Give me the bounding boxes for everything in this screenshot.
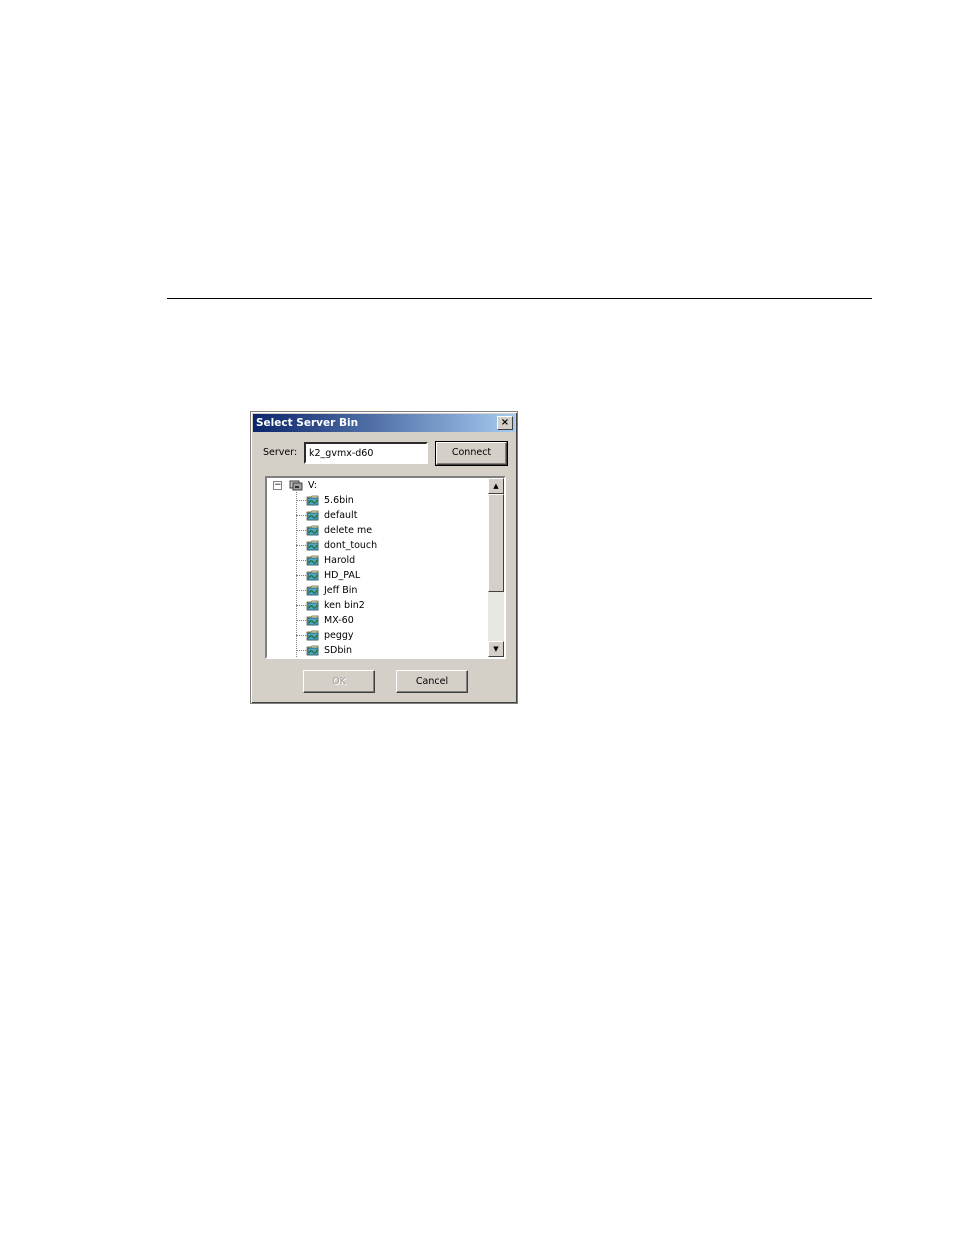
tree-branch-line	[296, 560, 306, 561]
arrow-down-icon: ▼	[493, 645, 499, 653]
tree-branch-line	[296, 635, 306, 636]
tree-branch-line	[296, 575, 306, 576]
tree-branch-line	[296, 590, 306, 591]
tree-bin-label: MX-60	[324, 615, 354, 626]
bin-icon	[306, 645, 319, 656]
tree-bin-item[interactable]: ken bin2	[267, 598, 467, 613]
tree-bin-item[interactable]: MX-60	[267, 613, 467, 628]
scroll-up-button[interactable]: ▲	[488, 478, 504, 494]
bin-icon	[306, 600, 319, 611]
tree-root-node[interactable]: − V:	[267, 478, 467, 493]
tree-bin-label: SDbin	[324, 645, 353, 656]
tree-bin-item[interactable]: peggy	[267, 628, 467, 643]
tree-bin-label: ken bin2	[324, 600, 365, 611]
tree-bin-label: peggy	[324, 630, 354, 641]
tree-bin-label: default	[324, 510, 358, 521]
vertical-scrollbar[interactable]: ▲ ▼	[488, 478, 504, 657]
tree-bin-item[interactable]: SDbin	[267, 643, 467, 657]
title-bar[interactable]: Select Server Bin ×	[253, 414, 515, 432]
tree-bin-label: Jeff Bin	[324, 585, 358, 596]
page-divider-rule	[167, 298, 872, 299]
ok-button[interactable]: OK	[303, 670, 375, 693]
dialog-title: Select Server Bin	[256, 417, 359, 429]
close-button[interactable]: ×	[497, 416, 513, 430]
bin-icon	[306, 495, 319, 506]
connect-button[interactable]: Connect	[435, 441, 508, 466]
tree-bin-item[interactable]: delete me	[267, 523, 467, 538]
tree-bin-item[interactable]: Jeff Bin	[267, 583, 467, 598]
bin-icon	[306, 510, 319, 521]
tree-branch-line	[296, 650, 306, 651]
bin-icon	[306, 525, 319, 536]
close-icon: ×	[500, 417, 510, 428]
cancel-button[interactable]: Cancel	[396, 670, 468, 693]
server-label: Server:	[263, 447, 298, 458]
bin-icon	[306, 540, 319, 551]
select-server-bin-dialog: Select Server Bin × Server: Connect − V:…	[250, 411, 518, 704]
collapse-icon[interactable]: −	[273, 481, 282, 490]
tree-branch-line	[296, 530, 306, 531]
tree-bin-item[interactable]: default	[267, 508, 467, 523]
bin-icon	[306, 585, 319, 596]
tree-bin-item[interactable]: HD_PAL	[267, 568, 467, 583]
tree-branch-line	[296, 620, 306, 621]
bin-icon	[306, 615, 319, 626]
tree-branch-line	[296, 500, 306, 501]
drive-icon	[289, 480, 303, 491]
bin-tree-view[interactable]: − V: 5.6bin default delete me dont_touch Har…	[265, 476, 506, 659]
tree-branch-line	[296, 515, 306, 516]
scroll-down-button[interactable]: ▼	[488, 641, 504, 657]
tree-branch-line	[296, 605, 306, 606]
scrollbar-thumb[interactable]	[488, 494, 504, 592]
tree-bin-label: delete me	[324, 525, 373, 536]
tree-bin-label: 5.6bin	[324, 495, 354, 506]
tree-bin-label: dont_touch	[324, 540, 378, 551]
tree-bin-label: Harold	[324, 555, 356, 566]
bin-icon	[306, 570, 319, 581]
tree-bin-item[interactable]: dont_touch	[267, 538, 467, 553]
tree-bin-item[interactable]: Harold	[267, 553, 467, 568]
tree-root-label: V:	[308, 480, 317, 491]
tree-bin-item[interactable]: 5.6bin	[267, 493, 467, 508]
arrow-up-icon: ▲	[493, 482, 499, 490]
tree-bin-label: HD_PAL	[324, 570, 361, 581]
server-input[interactable]	[304, 442, 428, 464]
tree-branch-line	[296, 545, 306, 546]
bin-icon	[306, 630, 319, 641]
bin-icon	[306, 555, 319, 566]
